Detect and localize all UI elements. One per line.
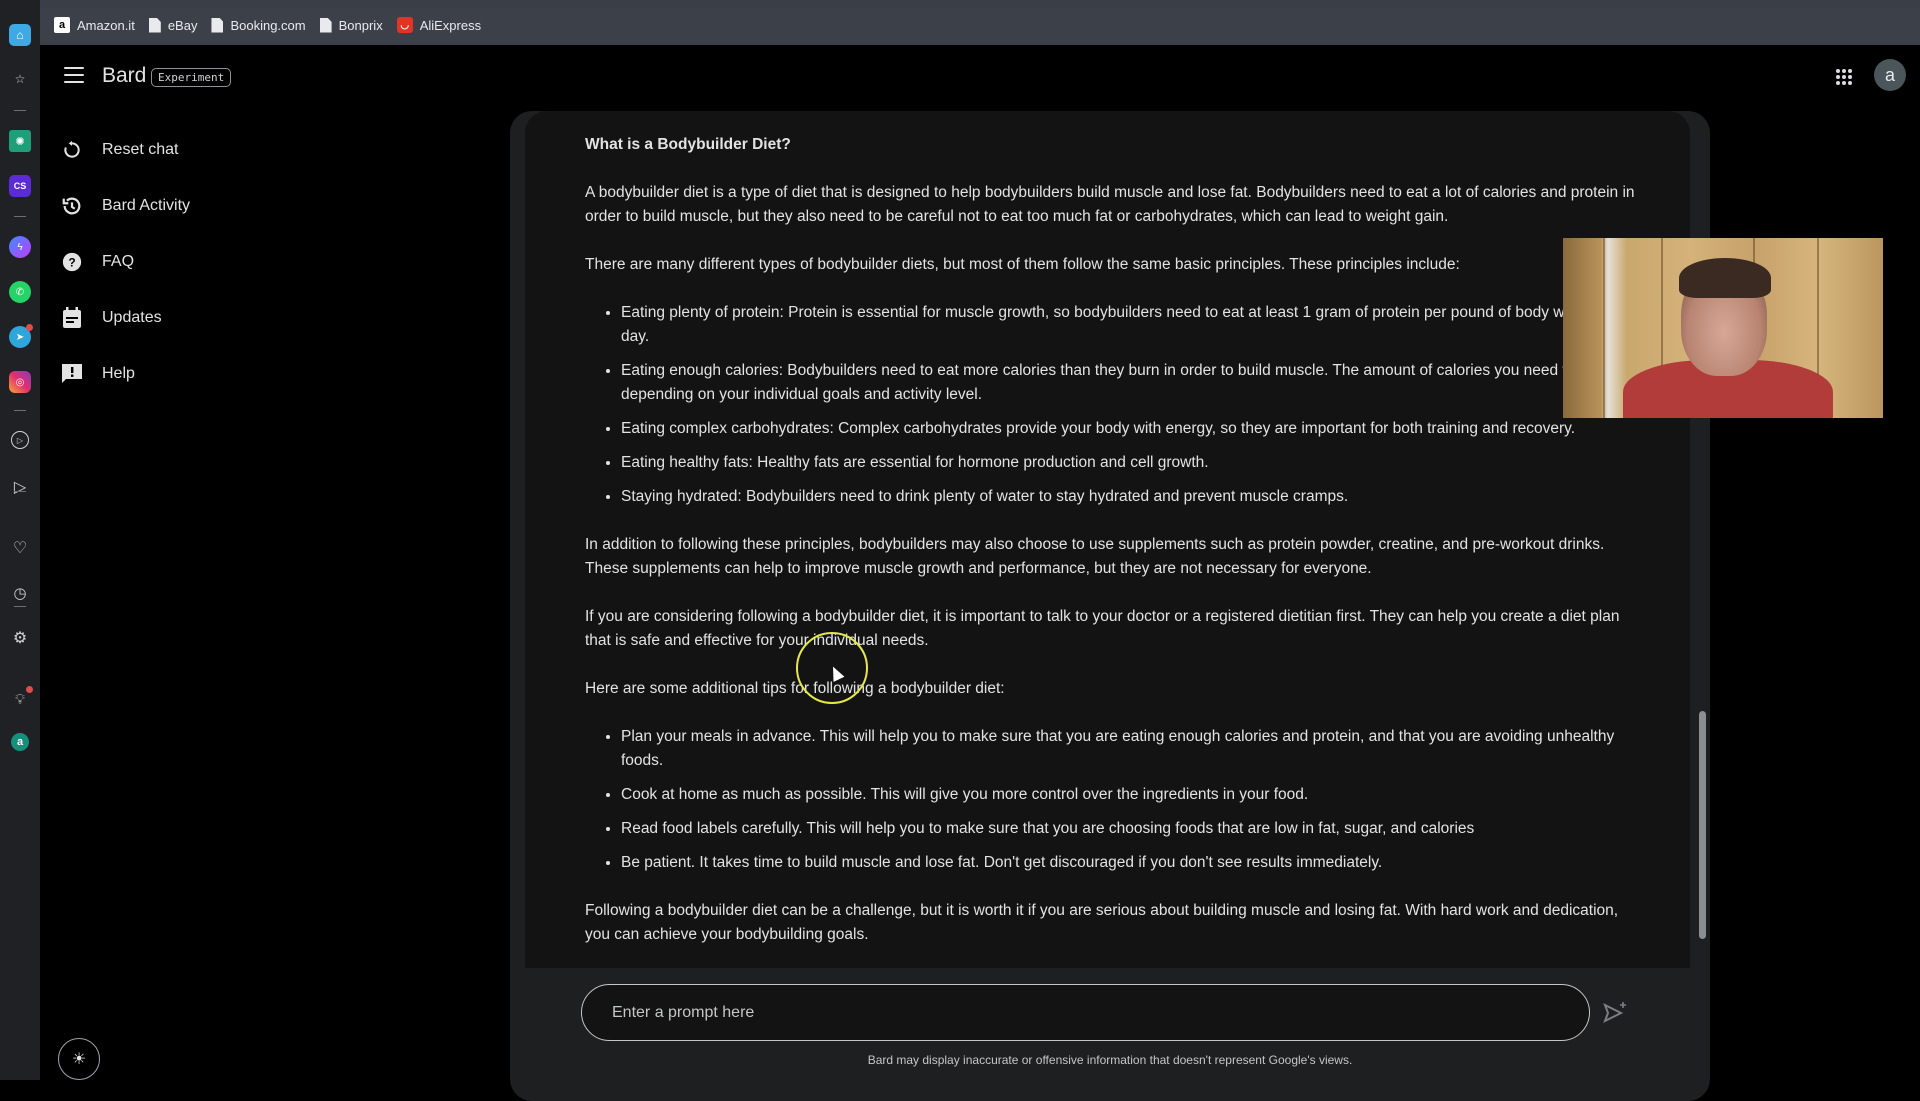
home-icon[interactable]: ⌂ [9, 24, 31, 46]
chatgpt-icon[interactable]: ✺ [9, 130, 31, 152]
conversation-scroll-area[interactable]: What is a Bodybuilder Diet? A bodybuilde… [525, 111, 1690, 968]
lightbulb-icon[interactable]: 💡︎ [9, 686, 33, 710]
bard-response: What is a Bodybuilder Diet? A bodybuilde… [585, 133, 1645, 968]
history-icon [60, 194, 84, 218]
rail-separator [14, 410, 26, 411]
send-icon[interactable]: ▷ [9, 476, 31, 498]
webcam-person-hair [1679, 258, 1771, 298]
rail-separator [14, 216, 26, 217]
menu-icon-bar [64, 67, 84, 69]
nav-bard-activity[interactable]: Bard Activity [60, 178, 360, 234]
rail-separator [14, 491, 26, 492]
list-item: Eating complex carbohydrates: Complex ca… [621, 417, 1645, 441]
sun-icon: ☀ [71, 1051, 87, 1068]
page-icon [211, 17, 224, 33]
google-apps-button[interactable] [1836, 69, 1852, 85]
nav-label: Reset chat [102, 141, 179, 158]
clock-icon[interactable]: ◷ [9, 582, 31, 604]
whatsapp-icon[interactable]: ✆ [9, 281, 31, 303]
webcam-overlay [1563, 238, 1883, 418]
svg-text:?: ? [68, 256, 75, 270]
nav-label: Help [102, 365, 135, 382]
conversation-scrollbar[interactable] [1699, 711, 1706, 939]
disclaimer-text: Bard may display inaccurate or offensive… [867, 1053, 1353, 1067]
page-icon [148, 17, 161, 33]
response-paragraph: Here are some additional tips for follow… [585, 680, 1005, 697]
response-heading: What is a Bodybuilder Diet? [585, 136, 791, 153]
chat-panel: What is a Bodybuilder Diet? A bodybuilde… [510, 111, 1710, 1101]
feedback-icon [60, 362, 84, 386]
list-item: Cook at home as much as possible. This w… [621, 783, 1645, 807]
nav-faq[interactable]: ? FAQ [60, 234, 360, 290]
menu-icon-bar [64, 81, 84, 83]
amazon-icon: a [54, 17, 70, 33]
nav-label: Updates [102, 309, 162, 326]
principles-list: Eating plenty of protein: Protein is ess… [621, 301, 1645, 509]
main-menu-button[interactable] [64, 67, 84, 83]
experiment-badge: Experiment [151, 68, 232, 87]
page-icon [319, 17, 332, 33]
list-item: Eating enough calories: Bodybuilders nee… [621, 359, 1645, 407]
bookmark-label: Bonprix [338, 17, 383, 33]
response-paragraph: If you are considering following a bodyb… [585, 608, 1620, 649]
rail-separator [14, 606, 26, 607]
list-item: Eating plenty of protein: Protein is ess… [621, 301, 1645, 349]
star-icon[interactable]: ☆ [9, 68, 31, 90]
bookmark-label: eBay [167, 17, 198, 33]
menu-icon-bar [64, 74, 84, 76]
heart-icon[interactable]: ♡ [9, 537, 31, 559]
gear-icon[interactable]: ⚙ [9, 627, 31, 649]
nav-help[interactable]: Help [60, 346, 360, 402]
tab-strip [40, 0, 1920, 8]
nav-updates[interactable]: Updates [60, 290, 360, 346]
list-item: Eating healthy fats: Healthy fats are es… [621, 451, 1645, 475]
bookmark-booking[interactable]: Booking.com [211, 17, 306, 33]
list-item: Staying hydrated: Bodybuilders need to d… [621, 485, 1645, 509]
response-paragraph: A bodybuilder diet is a type of diet tha… [585, 184, 1635, 225]
side-nav: Reset chat Bard Activity ? FAQ Updates H… [60, 122, 360, 402]
list-item: Be patient. It takes time to build muscl… [621, 851, 1645, 875]
send-sparkle-icon [1603, 1002, 1626, 1024]
response-paragraph: Following a bodybuilder diet can be a ch… [585, 902, 1619, 943]
account-avatar[interactable]: a [1874, 59, 1906, 91]
prompt-input[interactable] [612, 985, 1552, 1040]
bookmark-ebay[interactable]: eBay [148, 17, 198, 33]
bookmark-label: AliExpress [419, 17, 482, 33]
bookmarks-bar: a Amazon.it eBay Booking.com Bonprix ◡ A… [54, 17, 481, 33]
nav-label: FAQ [102, 253, 135, 270]
help-circle-icon: ? [60, 250, 84, 274]
response-paragraph: In addition to following these principle… [585, 536, 1605, 577]
telegram-icon[interactable]: ➤ [9, 324, 33, 348]
bookmark-amazon[interactable]: a Amazon.it [54, 17, 135, 33]
notification-badge [26, 324, 33, 331]
cs-app-icon[interactable]: CS [9, 175, 31, 197]
reset-icon [60, 138, 84, 162]
calendar-icon [60, 306, 84, 330]
messenger-icon[interactable]: ϟ [9, 236, 31, 258]
instagram-icon[interactable]: ◎ [9, 371, 31, 393]
prompt-box [581, 984, 1590, 1041]
rail-separator [14, 110, 26, 111]
app-header: Bard Experiment a [40, 45, 1920, 110]
list-item: Read food labels carefully. This will he… [621, 817, 1645, 841]
theme-toggle-button[interactable]: ☀ [58, 1038, 100, 1080]
bookmark-bonprix[interactable]: Bonprix [319, 17, 383, 33]
response-paragraph: There are many different types of bodybu… [585, 256, 1460, 273]
app-rail: ⌂ ☆ ✺ CS ϟ ✆ ➤ ◎ ▷ ▷ ♡ ◷ ⚙ 💡︎ a [0, 0, 40, 1080]
nav-reset-chat[interactable]: Reset chat [60, 122, 360, 178]
nav-label: Bard Activity [102, 197, 191, 214]
play-icon[interactable]: ▷ [11, 431, 29, 449]
bookmark-label: Booking.com [230, 17, 306, 33]
send-button[interactable] [1602, 1000, 1628, 1026]
notification-badge [26, 686, 33, 693]
browser-toolbar: a Amazon.it eBay Booking.com Bonprix ◡ A… [40, 0, 1920, 45]
bookmark-aliexpress[interactable]: ◡ AliExpress [396, 17, 482, 33]
bookmark-label: Amazon.it [77, 17, 135, 33]
a-app-icon[interactable]: a [11, 733, 29, 751]
tips-list: Plan your meals in advance. This will he… [621, 725, 1645, 875]
list-item: Plan your meals in advance. This will he… [621, 725, 1645, 773]
brand-title[interactable]: Bard [102, 64, 146, 88]
aliexpress-icon: ◡ [396, 17, 413, 33]
